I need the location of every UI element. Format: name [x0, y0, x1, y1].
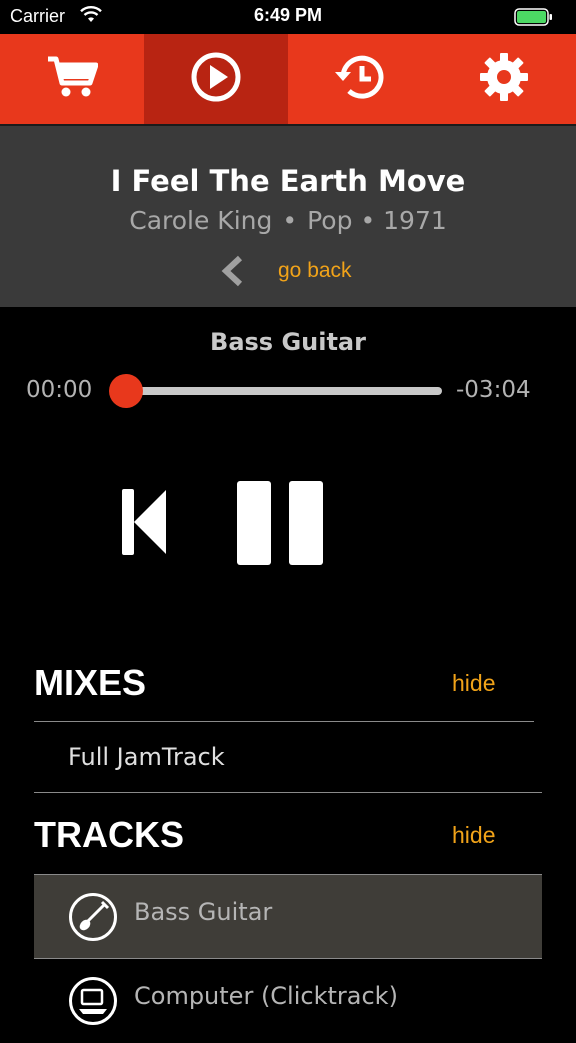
artist-name: Carole King: [129, 206, 273, 235]
mix-item-full-jamtrack[interactable]: Full JamTrack: [68, 743, 225, 771]
tracks-hide-button[interactable]: hide: [452, 822, 495, 849]
track-row-bass-guitar[interactable]: Bass Guitar: [34, 875, 542, 959]
chevron-left-icon: [218, 254, 246, 288]
go-back-label: go back: [278, 259, 352, 282]
skip-back-button[interactable]: [120, 488, 168, 562]
history-tab[interactable]: [288, 34, 432, 124]
current-track-name: Bass Guitar: [210, 328, 366, 356]
gear-icon: [479, 52, 529, 106]
computer-icon: [68, 976, 118, 1026]
tracks-heading: TRACKS: [34, 814, 184, 855]
pause-button[interactable]: [236, 480, 326, 572]
divider: [34, 792, 542, 793]
song-title: I Feel The Earth Move: [110, 164, 466, 198]
mixes-hide-button[interactable]: hide: [452, 670, 495, 697]
history-icon: [333, 52, 387, 106]
settings-tab[interactable]: [432, 34, 576, 124]
track-label: Computer (Clicktrack): [134, 982, 398, 1010]
top-toolbar: [0, 34, 576, 124]
play-circle-icon: [190, 51, 242, 107]
song-meta: Carole King • Pop • 1971: [0, 206, 576, 235]
year: 1971: [383, 206, 447, 235]
cart-icon: [46, 55, 99, 103]
seek-thumb[interactable]: [109, 374, 143, 408]
battery-icon: [514, 8, 554, 31]
remaining-time: -03:04: [456, 377, 531, 403]
genre: Pop: [307, 206, 353, 235]
player-tab[interactable]: [144, 34, 288, 124]
go-back-button[interactable]: go back: [218, 254, 352, 288]
track-row-computer-clicktrack[interactable]: Computer (Clicktrack): [34, 959, 542, 1043]
pause-icon: [236, 481, 326, 572]
mixes-heading: MIXES: [34, 662, 147, 703]
status-bar: Carrier 6:49 PM: [0, 0, 576, 34]
meta-separator: •: [282, 206, 298, 235]
seek-bar[interactable]: [126, 387, 442, 395]
clock: 6:49 PM: [253, 5, 323, 25]
track-label: Bass Guitar: [134, 898, 273, 926]
store-tab[interactable]: [0, 34, 144, 124]
meta-separator: •: [360, 206, 376, 235]
elapsed-time: 00:00: [26, 377, 93, 403]
song-header: I Feel The Earth Move Carole King • Pop • …: [0, 126, 576, 307]
divider: [34, 721, 534, 722]
bass-guitar-icon: [68, 892, 118, 942]
skip-back-icon: [120, 489, 168, 562]
